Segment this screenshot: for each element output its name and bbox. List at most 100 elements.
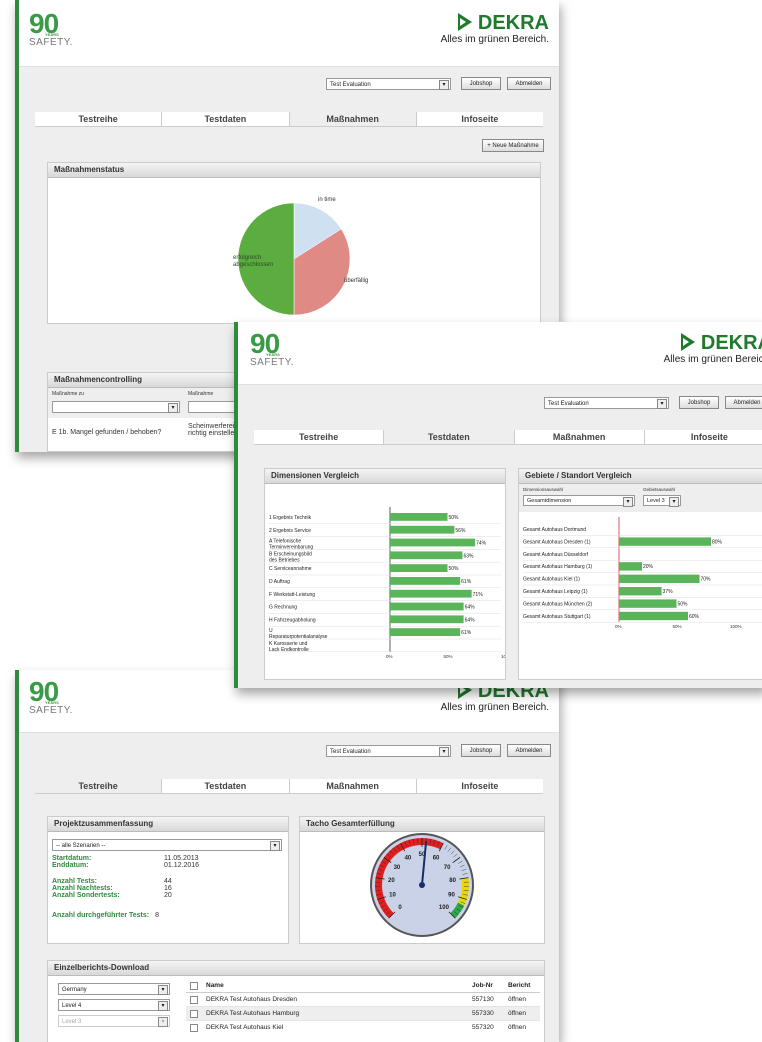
- tab-massnahmen[interactable]: Maßnahmen: [289, 112, 417, 126]
- gauge-tick-label: 20: [388, 878, 395, 884]
- tab-testdaten[interactable]: Testdaten: [384, 430, 515, 444]
- measure-status-panel: Maßnahmenstatus in time überfällig erfolgr…: [47, 162, 541, 324]
- dimension-label: K Karosserie und Lack Endkontrolle: [269, 641, 309, 653]
- table-row: DEKRA Test Autohaus Hamburg 557330 öffne…: [186, 1007, 540, 1021]
- row-checkbox[interactable]: [190, 1009, 198, 1018]
- dimension-value-label: 63%: [463, 553, 474, 559]
- tab-massnahmen[interactable]: Maßnahmen: [289, 779, 417, 793]
- tests-done-row: Anzahl durchgeführter Tests: 8: [52, 912, 159, 919]
- report-table: Name Job-Nr Bericht DEKRA Test Autohaus …: [186, 979, 540, 1034]
- scenario-select-value: -- alle Szenarien --: [56, 843, 106, 849]
- region-value-label: 60%: [689, 614, 700, 620]
- country-select[interactable]: Germany ▾: [58, 983, 170, 995]
- table-header: Name Job-Nr Bericht: [186, 979, 540, 993]
- scenario-select[interactable]: -- alle Szenarien -- ▾: [52, 839, 282, 851]
- measure-to-select[interactable]: ▾: [52, 401, 180, 413]
- evaluation-select[interactable]: Test Evaluation ▾: [544, 397, 669, 409]
- open-report-link[interactable]: öffnen: [508, 1010, 540, 1017]
- dimension-label: D Auftrag: [269, 579, 290, 585]
- measure-status-title: Maßnahmenstatus: [48, 163, 540, 178]
- region-label: Gesamt Autohaus Hamburg (1): [523, 564, 593, 570]
- window-test-data: 90 YEARS SAFETY. DEKRA Alles im grünen B…: [234, 322, 762, 688]
- dimension-value-label: 50%: [449, 515, 460, 521]
- level4-select[interactable]: Level 4 ▾: [58, 999, 170, 1011]
- region-value-label: 80%: [712, 539, 723, 545]
- jobshop-button[interactable]: Jobshop: [461, 77, 501, 90]
- logout-button[interactable]: Abmelden: [725, 396, 762, 409]
- region-tick-label: 50%: [673, 624, 682, 629]
- region-label: Gesamt Autohaus Dortmund: [523, 527, 586, 533]
- logo-90-years: 90 YEARS SAFETY.: [250, 330, 294, 368]
- jobshop-button[interactable]: Jobshop: [679, 396, 719, 409]
- label-line: Lack Endkontrolle: [269, 647, 309, 653]
- dimension-bar: [390, 628, 461, 636]
- dimension-chart-svg: 1 Ergebnis Technik 50% 2 Ergebnis Service 5…: [269, 507, 513, 659]
- chevron-down-icon: ▾: [158, 1017, 168, 1027]
- tab-massnahmen[interactable]: Maßnahmen: [514, 430, 645, 444]
- new-measure-button[interactable]: + Neue Maßnahme: [482, 139, 544, 152]
- logout-button[interactable]: Abmelden: [507, 744, 551, 757]
- dimension-select[interactable]: Gesamtdimension ▾: [523, 495, 635, 507]
- dimension-value-label: 64%: [465, 605, 476, 611]
- row-name: DEKRA Test Autohaus Dresden: [206, 996, 297, 1003]
- level3-select-value: Level 3: [62, 1019, 82, 1025]
- dimension-bar: [390, 551, 463, 560]
- dimension-select-label: Dimensionsauswahl: [523, 487, 564, 492]
- row-job: 557130: [472, 996, 494, 1003]
- tab-testdaten[interactable]: Testdaten: [162, 112, 290, 126]
- tests-done-value: 8: [155, 912, 160, 919]
- jobshop-button[interactable]: Jobshop: [461, 744, 501, 757]
- pie-label-line: abgeschlossen: [233, 262, 273, 268]
- project-summary-title: Projektzusammenfassung: [48, 817, 288, 832]
- evaluation-select[interactable]: Test Evaluation ▾: [326, 78, 451, 90]
- tab-testreihe[interactable]: Testreihe: [35, 779, 163, 793]
- tab-testdaten[interactable]: Testdaten: [162, 779, 290, 793]
- region-select-value: Level 3: [647, 498, 665, 504]
- dimension-tick-label: 50%: [444, 654, 453, 659]
- evaluation-select-value: Test Evaluation: [330, 749, 371, 755]
- dimension-bar: [390, 615, 464, 624]
- region-select[interactable]: Level 3 ▾: [643, 495, 681, 507]
- gauge-title: Tacho Gesamterfüllung: [300, 817, 544, 832]
- tab-infoseite[interactable]: Infoseite: [644, 430, 762, 444]
- dimension-value-label: 61%: [461, 579, 472, 585]
- logo-90-years: 90 YEARS SAFETY.: [29, 678, 73, 716]
- dimension-value-label: 61%: [461, 630, 472, 636]
- dimension-label: B Erscheinungsbild des Betriebes: [269, 551, 312, 563]
- gauge-tick-label: 90: [448, 893, 455, 899]
- logo-years: YEARS: [45, 32, 59, 37]
- logout-button[interactable]: Abmelden: [507, 77, 551, 90]
- dimension-bar: [390, 525, 455, 534]
- chevron-down-icon: ▾: [623, 497, 633, 507]
- start-date-label: Startdatum:: [52, 855, 92, 862]
- dimension-bar: [390, 602, 464, 611]
- region-value-label: 50%: [678, 601, 689, 607]
- evaluation-select[interactable]: Test Evaluation ▾: [326, 745, 451, 757]
- region-tick-label: 0%: [615, 624, 622, 629]
- tab-bar: Testreihe Testdaten Maßnahmen Infoseite: [35, 779, 543, 794]
- region-bar: [619, 537, 711, 546]
- row-checkbox[interactable]: [190, 995, 198, 1004]
- dimension-label: C Serviceannahme: [269, 566, 312, 572]
- tab-testreihe[interactable]: Testreihe: [254, 430, 385, 444]
- open-report-link[interactable]: öffnen: [508, 996, 540, 1003]
- row-name: DEKRA Test Autohaus Hamburg: [206, 1010, 300, 1017]
- tab-testreihe[interactable]: Testreihe: [35, 112, 163, 126]
- logo-years: YEARS: [266, 352, 280, 357]
- region-compare-title: Gebiete / Standort Vergleich: [519, 469, 762, 484]
- tests-count-value: 44: [164, 878, 172, 885]
- dimension-label: F Werkstatt-Leistung: [269, 592, 315, 598]
- dekra-triangle-icon: [457, 13, 472, 31]
- row-checkbox[interactable]: [190, 1023, 198, 1032]
- chevron-down-icon: ▾: [439, 747, 449, 757]
- logo-years: YEARS: [45, 700, 59, 705]
- chevron-down-icon: ▾: [168, 403, 178, 413]
- open-report-link[interactable]: öffnen: [508, 1024, 540, 1031]
- select-all-checkbox[interactable]: [190, 981, 198, 990]
- tab-infoseite[interactable]: Infoseite: [416, 112, 543, 126]
- country-select-value: Germany: [62, 987, 87, 993]
- dekra-name: DEKRA: [700, 332, 762, 354]
- end-date-label: Enddatum:: [52, 862, 89, 869]
- tab-infoseite[interactable]: Infoseite: [416, 779, 543, 793]
- level3-select[interactable]: Level 3 ▾: [58, 1015, 170, 1027]
